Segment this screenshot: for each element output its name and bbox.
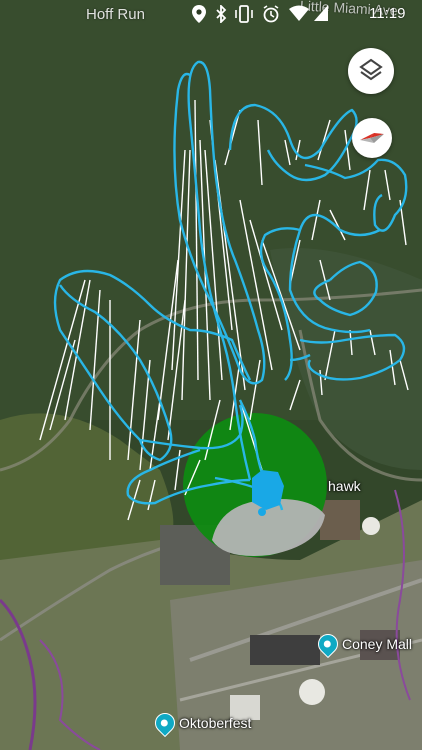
poi-pin-icon bbox=[313, 629, 343, 659]
poi-label: Oktoberfest bbox=[179, 715, 252, 731]
vibrate-icon bbox=[234, 5, 254, 27]
status-bar: Hoff Run Little Miami Ave 11:19 bbox=[0, 0, 422, 30]
compass-icon bbox=[360, 133, 384, 143]
status-time: 11:19 bbox=[369, 5, 406, 22]
poi-pin-icon bbox=[150, 708, 180, 738]
status-map-label: Hoff Run bbox=[86, 6, 145, 23]
signal-icon bbox=[314, 5, 328, 25]
building bbox=[299, 679, 325, 705]
building bbox=[320, 500, 360, 540]
layers-button[interactable] bbox=[348, 48, 394, 94]
bluetooth-icon bbox=[215, 3, 227, 27]
compass-button[interactable] bbox=[352, 118, 392, 158]
alarm-icon bbox=[262, 5, 280, 27]
poi-oktoberfest[interactable]: Oktoberfest bbox=[150, 708, 252, 738]
poi-label: Coney Mall bbox=[342, 636, 413, 652]
building bbox=[250, 635, 320, 665]
wifi-icon bbox=[289, 5, 309, 25]
poi-coney-mall[interactable]: Coney Mall bbox=[313, 629, 413, 659]
location-icon bbox=[192, 5, 206, 27]
building bbox=[362, 517, 380, 535]
layers-icon bbox=[359, 58, 383, 81]
map-label-hawk[interactable]: hawk bbox=[328, 478, 361, 494]
